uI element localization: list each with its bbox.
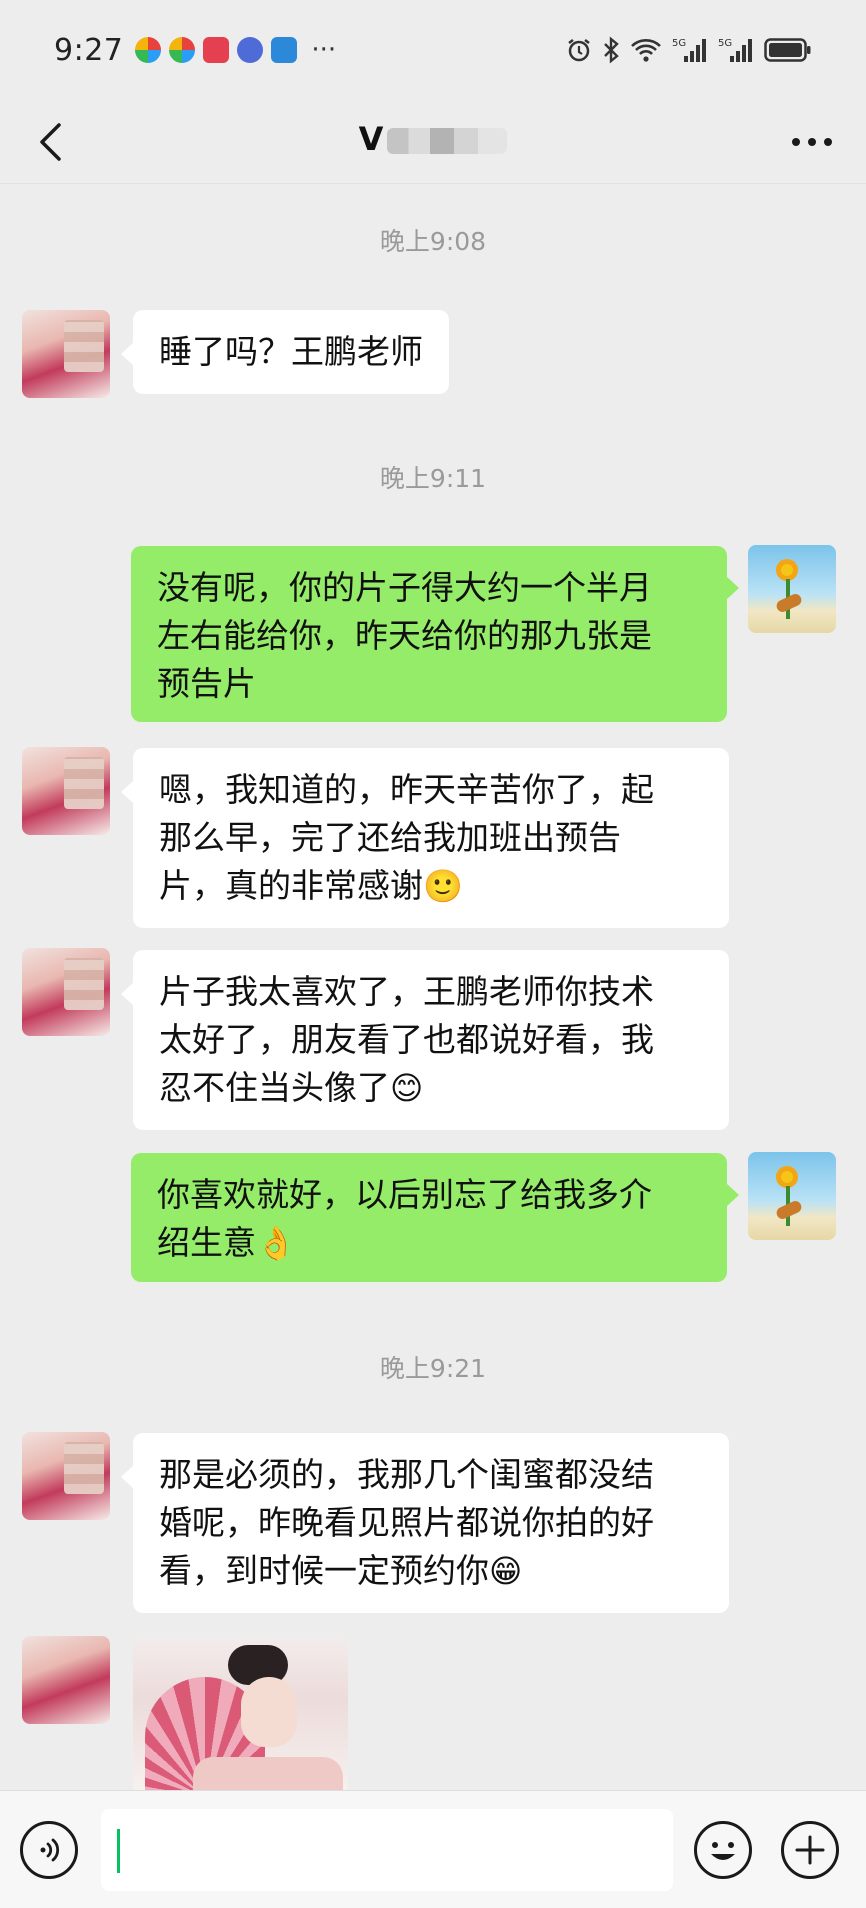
message-line: 片，真的非常感谢	[159, 866, 423, 905]
message-line: 左右能给你，昨天给你的那九张是	[157, 616, 652, 655]
ok-hand-emoji: 👌	[256, 1224, 296, 1262]
music-icon	[237, 37, 264, 63]
message-line-with-emoji: 绍生意👌	[157, 1219, 701, 1267]
blurred-face	[64, 757, 104, 809]
app-icon	[169, 37, 196, 63]
svg-text:5G: 5G	[672, 38, 686, 49]
message-line: 你喜欢就好，以后别忘了给我多介	[157, 1175, 652, 1214]
status-more-icon: ···	[311, 35, 337, 65]
chat-title[interactable]: V	[0, 120, 866, 158]
blurred-name	[387, 128, 508, 154]
emoji-button[interactable]	[694, 1821, 752, 1879]
message-line-with-emoji: 看，到时候一定预约你😁	[159, 1547, 703, 1595]
message-input[interactable]	[101, 1809, 673, 1891]
message-bubble[interactable]: 那是必须的，我那几个闺蜜都没结 婚呢，昨晚看见照片都说你拍的好 看，到时候一定预…	[121, 1433, 729, 1613]
message-bubble[interactable]: 睡了吗？王鹏老师	[121, 310, 449, 394]
message-bubble[interactable]: 嗯，我知道的，昨天辛苦你了，起 那么早，完了还给我加班出预告 片，真的非常感谢🙂	[121, 748, 729, 928]
timestamp: 晚上9:08	[379, 227, 487, 256]
timestamp: 晚上9:11	[379, 464, 487, 493]
plus-icon	[795, 1835, 825, 1865]
voice-icon	[40, 1838, 60, 1862]
message-line-with-emoji: 片，真的非常感谢🙂	[159, 862, 703, 910]
more-functions-button[interactable]	[781, 1821, 839, 1879]
chat-header: V	[0, 100, 866, 184]
message-line: 预告片	[157, 664, 256, 703]
message-line-with-emoji: 忍不住当头像了😊	[159, 1064, 703, 1112]
blurred-face	[64, 320, 104, 372]
my-avatar[interactable]	[748, 545, 836, 633]
grin-emoji: 😁	[489, 1552, 523, 1590]
message-line: 嗯，我知道的，昨天辛苦你了，起	[159, 770, 654, 809]
photo-dress	[193, 1757, 343, 1793]
message-line: 那是必须的，我那几个闺蜜都没结	[159, 1455, 654, 1494]
message-line: 太好了，朋友看了也都说好看，我	[159, 1020, 654, 1059]
contact-avatar[interactable]	[22, 1636, 110, 1724]
status-indicators: 5G 5G	[566, 36, 812, 64]
status-bar: 9:27 ··· 5G 5G	[0, 0, 866, 100]
message-line: 没有呢，你的片子得大约一个半月	[157, 568, 652, 607]
message-bubble[interactable]: 片子我太喜欢了，王鹏老师你技术 太好了，朋友看了也都说好看，我 忍不住当头像了😊	[121, 950, 729, 1130]
blurred-face	[64, 1442, 104, 1494]
photo-face	[241, 1677, 297, 1747]
signal-5g-icon: 5G	[672, 38, 706, 62]
photo-message[interactable]	[133, 1637, 348, 1793]
status-time: 9:27	[54, 32, 124, 68]
smile-emoji: 🙂	[423, 867, 463, 905]
app-icon	[203, 37, 230, 63]
message-text: 睡了吗？王鹏老师	[159, 332, 423, 371]
bluetooth-icon	[604, 36, 619, 64]
signal-5g-icon: 5G	[718, 38, 752, 62]
message-bubble[interactable]: 没有呢，你的片子得大约一个半月 左右能给你，昨天给你的那九张是 预告片	[131, 546, 739, 722]
message-line: 那么早，完了还给我加班出预告	[159, 818, 621, 857]
message-line: 看，到时候一定预约你	[159, 1551, 489, 1590]
input-bar	[0, 1790, 866, 1908]
message-bubble[interactable]: 你喜欢就好，以后别忘了给我多介 绍生意👌	[131, 1153, 739, 1282]
svg-text:5G: 5G	[718, 38, 732, 49]
contact-avatar[interactable]	[22, 310, 110, 398]
app-icon	[135, 37, 162, 63]
blurred-face	[64, 958, 104, 1010]
emoji-icon	[711, 1842, 735, 1860]
text-caret	[117, 1829, 120, 1873]
message-line: 片子我太喜欢了，王鹏老师你技术	[159, 972, 654, 1011]
contact-avatar[interactable]	[22, 747, 110, 835]
wifi-icon	[631, 39, 661, 62]
more-button[interactable]	[784, 114, 840, 170]
timestamp: 晚上9:21	[379, 1354, 487, 1383]
more-dots-icon	[792, 138, 832, 146]
message-line: 绍生意	[157, 1223, 256, 1262]
blush-emoji: 😊	[390, 1069, 424, 1107]
contact-avatar[interactable]	[22, 948, 110, 1036]
my-avatar[interactable]	[748, 1152, 836, 1240]
battery-icon	[764, 38, 811, 62]
message-line: 忍不住当头像了	[159, 1068, 390, 1107]
voice-button[interactable]	[20, 1821, 78, 1879]
alarm-icon	[568, 39, 590, 62]
chat-title-text: V	[358, 120, 384, 158]
contact-avatar[interactable]	[22, 1432, 110, 1520]
message-line: 婚呢，昨晚看见照片都说你拍的好	[159, 1503, 654, 1542]
status-app-icons: ···	[135, 35, 336, 65]
camera-icon	[271, 37, 298, 63]
